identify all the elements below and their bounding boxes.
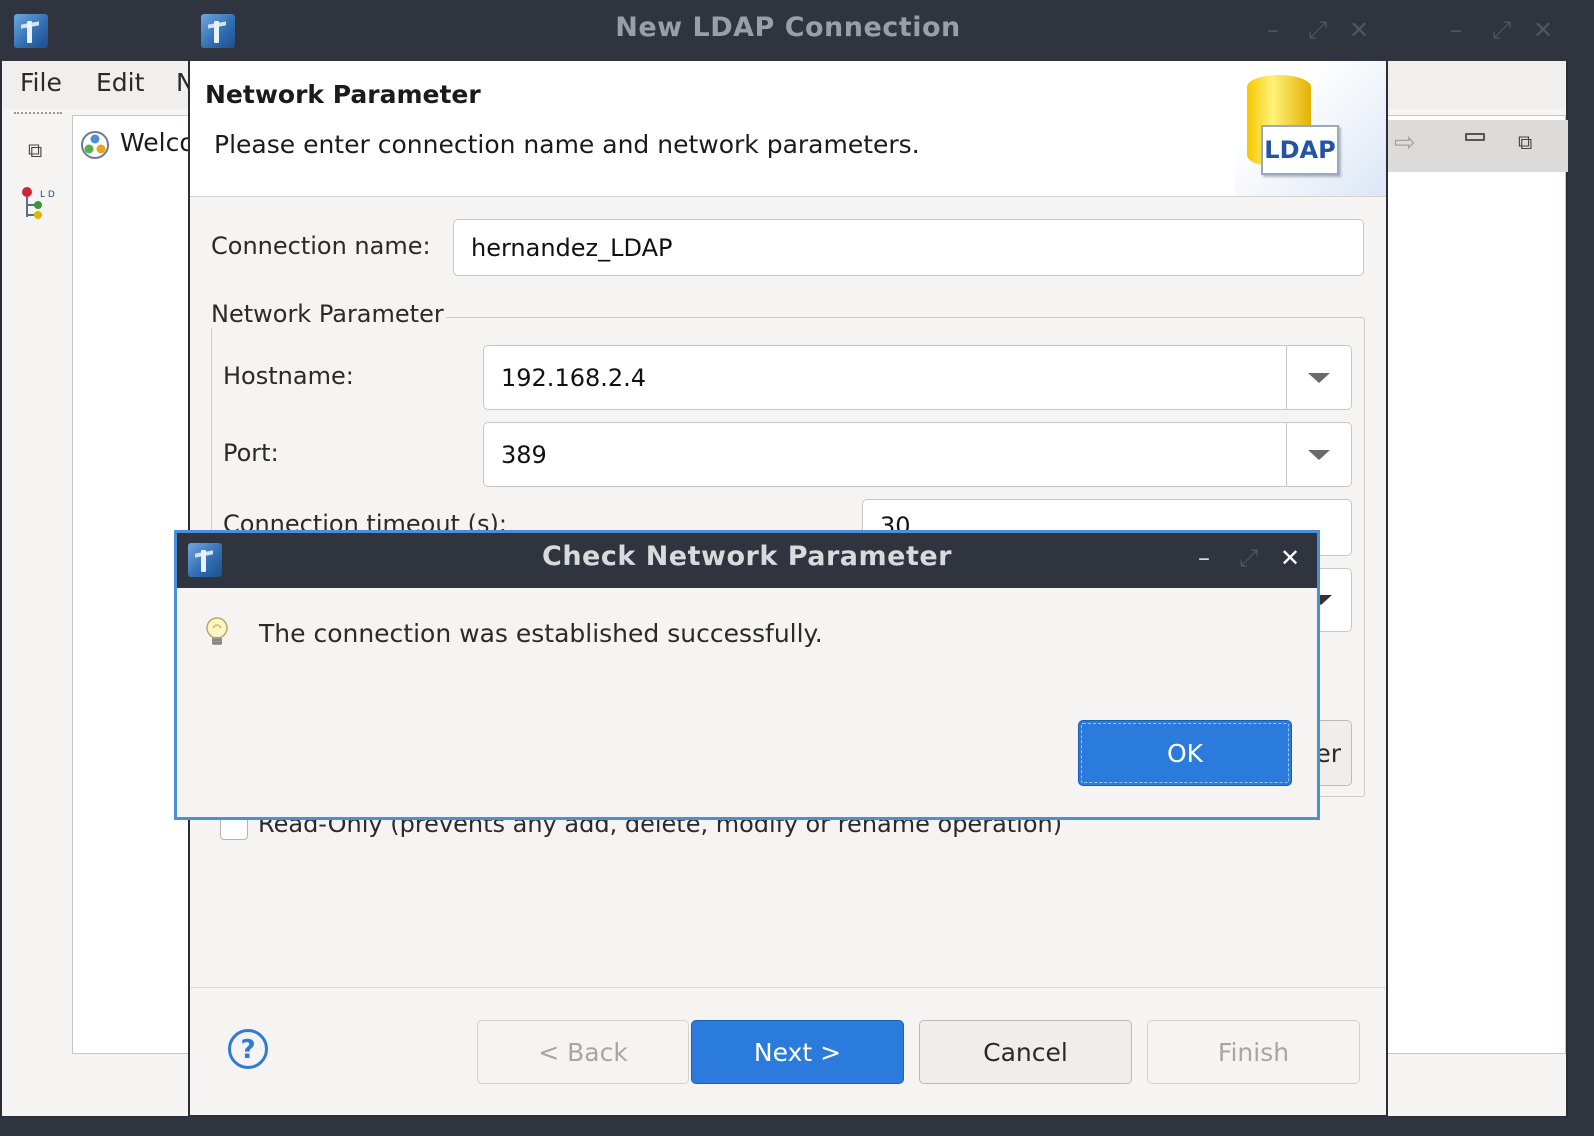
- dialog-close-icon[interactable]: ✕: [1349, 18, 1369, 42]
- port-dropdown-button[interactable]: [1286, 423, 1351, 486]
- hostname-value: 192.168.2.4: [501, 363, 647, 392]
- dialog-title: New LDAP Connection: [615, 12, 961, 43]
- close-icon[interactable]: ✕: [1533, 18, 1553, 42]
- footer-separator: [190, 987, 1386, 988]
- modal-close-icon[interactable]: ✕: [1280, 546, 1300, 570]
- modal-minimize-icon[interactable]: –: [1198, 546, 1210, 570]
- menu-edit[interactable]: Edit: [96, 68, 144, 97]
- ldap-browser-icon[interactable]: L D: [20, 185, 56, 221]
- maximize-view-icon[interactable]: ⧉: [1518, 130, 1532, 154]
- minimize-view-icon[interactable]: [1465, 133, 1485, 141]
- ldap-logo: LDAP: [1261, 125, 1339, 175]
- modal-title: Check Network Parameter: [542, 541, 952, 572]
- help-icon[interactable]: ?: [228, 1029, 268, 1069]
- minimize-icon[interactable]: –: [1450, 18, 1462, 42]
- port-combo[interactable]: 389: [483, 422, 1352, 487]
- wizard-page-title: Network Parameter: [205, 80, 481, 109]
- port-label: Port:: [223, 439, 279, 467]
- connection-name-value: hernandez_LDAP: [471, 233, 673, 262]
- connection-name-label: Connection name:: [211, 232, 431, 260]
- port-value: 389: [501, 440, 547, 469]
- wizard-page-description: Please enter connection name and network…: [214, 130, 920, 159]
- back-button[interactable]: < Back: [477, 1020, 689, 1084]
- hostname-combo[interactable]: 192.168.2.4: [483, 345, 1352, 410]
- chevron-down-icon: [1308, 449, 1330, 460]
- ldap-banner-image: LDAP: [1235, 61, 1386, 196]
- dialog-maximize-icon[interactable]: ⤢: [1308, 18, 1327, 42]
- forward-arrow-icon[interactable]: ⇨: [1394, 128, 1416, 158]
- hostname-label: Hostname:: [223, 362, 354, 390]
- app-icon: [14, 14, 48, 48]
- hostname-dropdown-button[interactable]: [1286, 346, 1351, 409]
- side-toolbar: [2, 109, 70, 1115]
- finish-button[interactable]: Finish: [1147, 1020, 1360, 1084]
- modal-message: The connection was established successfu…: [259, 619, 823, 648]
- network-parameter-legend: Network Parameter: [211, 300, 446, 328]
- editor-tab-welcome[interactable]: Welco: [120, 128, 195, 157]
- svg-text:L D: L D: [40, 190, 55, 200]
- restore-view-icon[interactable]: ⧉: [28, 138, 42, 162]
- lightbulb-icon: [205, 616, 229, 650]
- cancel-button[interactable]: Cancel: [919, 1020, 1132, 1084]
- welcome-icon: [80, 130, 110, 160]
- connection-name-input[interactable]: hernandez_LDAP: [453, 219, 1364, 276]
- ok-button[interactable]: OK: [1078, 720, 1292, 786]
- dialog-minimize-icon[interactable]: –: [1267, 18, 1279, 42]
- chevron-down-icon: [1308, 372, 1330, 383]
- modal-maximize-icon[interactable]: ⤢: [1239, 546, 1258, 570]
- menu-file[interactable]: File: [20, 68, 62, 97]
- toolbar-grip: [14, 112, 62, 115]
- next-button[interactable]: Next >: [691, 1020, 904, 1084]
- maximize-icon[interactable]: ⤢: [1492, 18, 1511, 42]
